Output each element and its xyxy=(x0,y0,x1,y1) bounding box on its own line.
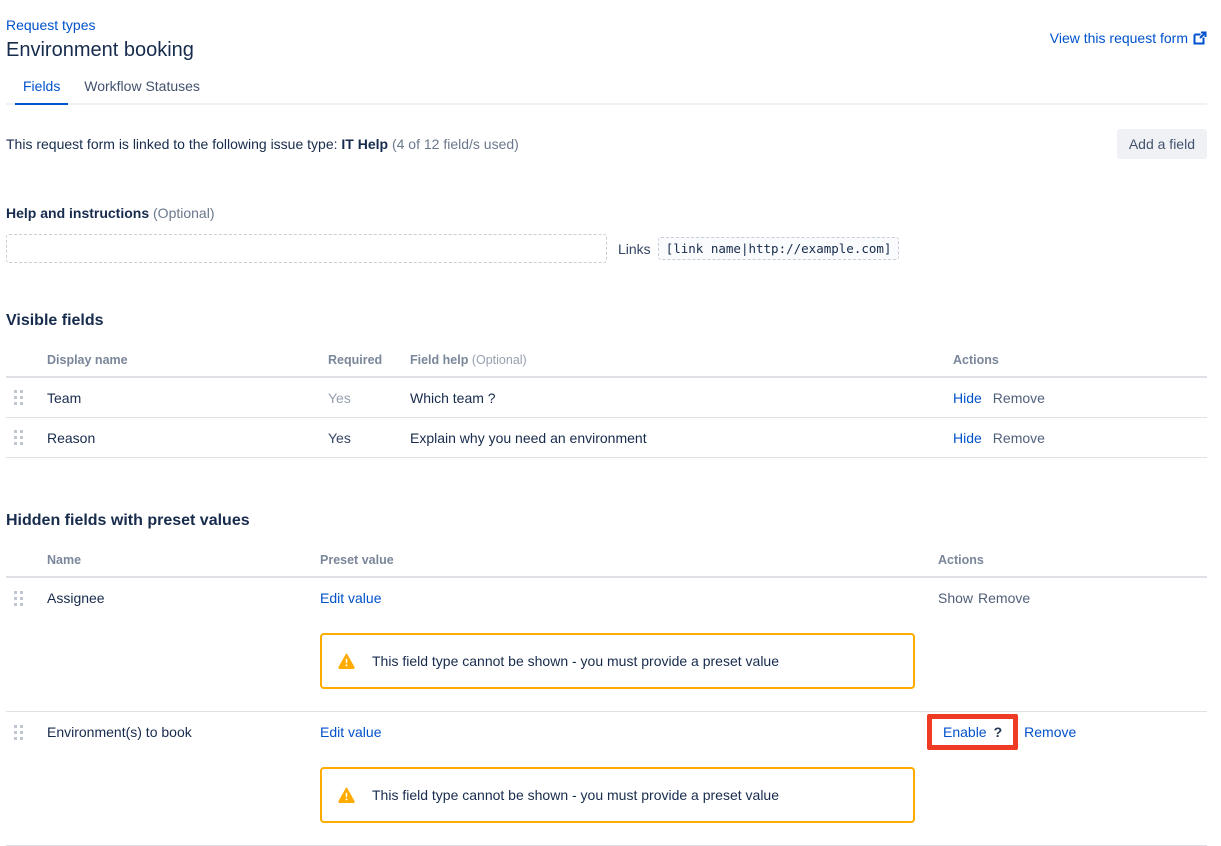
page-header: Request types Environment booking View t… xyxy=(6,16,1207,63)
field-help-text: Which team ? xyxy=(410,390,953,406)
enable-highlight-annotation: Enable ? xyxy=(927,714,1018,750)
warning-text: This field type cannot be shown - you mu… xyxy=(372,787,779,803)
breadcrumb-request-types[interactable]: Request types xyxy=(6,17,96,33)
table-row: Team Yes Which team ? Hide Remove xyxy=(6,378,1207,418)
external-link-icon xyxy=(1193,31,1207,45)
col-preset-value: Preset value xyxy=(320,553,938,567)
table-row: Reason Yes Explain why you need an envir… xyxy=(6,418,1207,458)
warning-icon xyxy=(338,787,355,803)
col-required: Required xyxy=(328,353,410,367)
warning-text: This field type cannot be shown - you mu… xyxy=(372,653,779,669)
tab-fields[interactable]: Fields xyxy=(15,78,68,105)
drag-handle-icon[interactable] xyxy=(6,725,47,740)
remove-field-link[interactable]: Remove xyxy=(978,590,1030,606)
help-instructions-label: Help and instructions xyxy=(6,205,149,221)
col-display-name: Display name xyxy=(47,353,328,367)
preset-value-warning: This field type cannot be shown - you mu… xyxy=(320,633,915,689)
hide-field-link[interactable]: Hide xyxy=(953,430,982,446)
col-actions: Actions xyxy=(953,353,1207,367)
view-request-form-link[interactable]: View this request form xyxy=(1050,30,1207,46)
add-field-button[interactable]: Add a field xyxy=(1117,129,1207,159)
page-title: Environment booking xyxy=(6,37,1207,63)
links-label: Links xyxy=(618,241,651,257)
field-required: Yes xyxy=(328,430,410,446)
table-row: Environment(s) to book Edit value Enable… xyxy=(6,712,1207,846)
field-help-text: Explain why you need an environment xyxy=(410,430,953,446)
edit-value-link[interactable]: Edit value xyxy=(320,724,381,740)
enable-help-hint[interactable]: ? xyxy=(994,724,1003,740)
linked-issue-type-prefix: This request form is linked to the follo… xyxy=(6,136,341,152)
help-instructions-optional: (Optional) xyxy=(153,205,214,221)
drag-handle-icon[interactable] xyxy=(6,430,47,445)
hide-field-link[interactable]: Hide xyxy=(953,390,982,406)
field-name: Environment(s) to book xyxy=(47,724,320,740)
field-usage-count: (4 of 12 field/s used) xyxy=(392,136,519,152)
hidden-fields-header-row: Name Preset value Actions xyxy=(6,553,1207,578)
tab-workflow-statuses[interactable]: Workflow Statuses xyxy=(76,78,208,103)
hidden-fields-heading: Hidden fields with preset values xyxy=(6,512,1207,530)
visible-fields-table: Display name Required Field help (Option… xyxy=(6,353,1207,458)
col-name: Name xyxy=(47,553,320,567)
enable-field-link[interactable]: Enable xyxy=(943,724,987,740)
links-syntax-example: [link name|http://example.com] xyxy=(658,237,900,260)
visible-fields-header-row: Display name Required Field help (Option… xyxy=(6,353,1207,378)
drag-handle-icon[interactable] xyxy=(6,591,47,606)
show-field-link[interactable]: Show xyxy=(938,590,973,606)
field-name: Team xyxy=(47,390,328,406)
col-field-help: Field help (Optional) xyxy=(410,353,953,367)
field-name: Assignee xyxy=(47,590,320,606)
tab-bar: Fields Workflow Statuses xyxy=(6,78,1207,105)
request-type-settings-page: Request types Environment booking View t… xyxy=(0,0,1221,846)
hidden-fields-section: Hidden fields with preset values Name Pr… xyxy=(6,512,1207,846)
help-instructions-input[interactable] xyxy=(6,234,607,263)
table-row: Assignee Edit value Show Remove xyxy=(6,578,1207,712)
visible-fields-heading: Visible fields xyxy=(6,312,1207,330)
remove-field-link[interactable]: Remove xyxy=(993,430,1045,446)
field-required: Yes xyxy=(328,390,410,406)
remove-field-link[interactable]: Remove xyxy=(993,390,1045,406)
drag-handle-icon[interactable] xyxy=(6,390,47,405)
preset-value-warning: This field type cannot be shown - you mu… xyxy=(320,767,915,823)
help-instructions-section: Help and instructions (Optional) Links [… xyxy=(6,205,1207,263)
linked-issue-type-text: This request form is linked to the follo… xyxy=(6,136,519,152)
edit-value-link[interactable]: Edit value xyxy=(320,590,381,606)
view-request-form-label: View this request form xyxy=(1050,30,1188,46)
field-name: Reason xyxy=(47,430,328,446)
linked-issue-type-row: This request form is linked to the follo… xyxy=(6,129,1207,159)
warning-icon xyxy=(338,653,355,669)
col-actions: Actions xyxy=(938,553,1207,567)
issue-type-name: IT Help xyxy=(341,136,388,152)
visible-fields-section: Visible fields Display name Required Fie… xyxy=(6,312,1207,458)
remove-field-link[interactable]: Remove xyxy=(1024,724,1076,740)
hidden-fields-table: Name Preset value Actions Assignee Edit … xyxy=(6,553,1207,846)
